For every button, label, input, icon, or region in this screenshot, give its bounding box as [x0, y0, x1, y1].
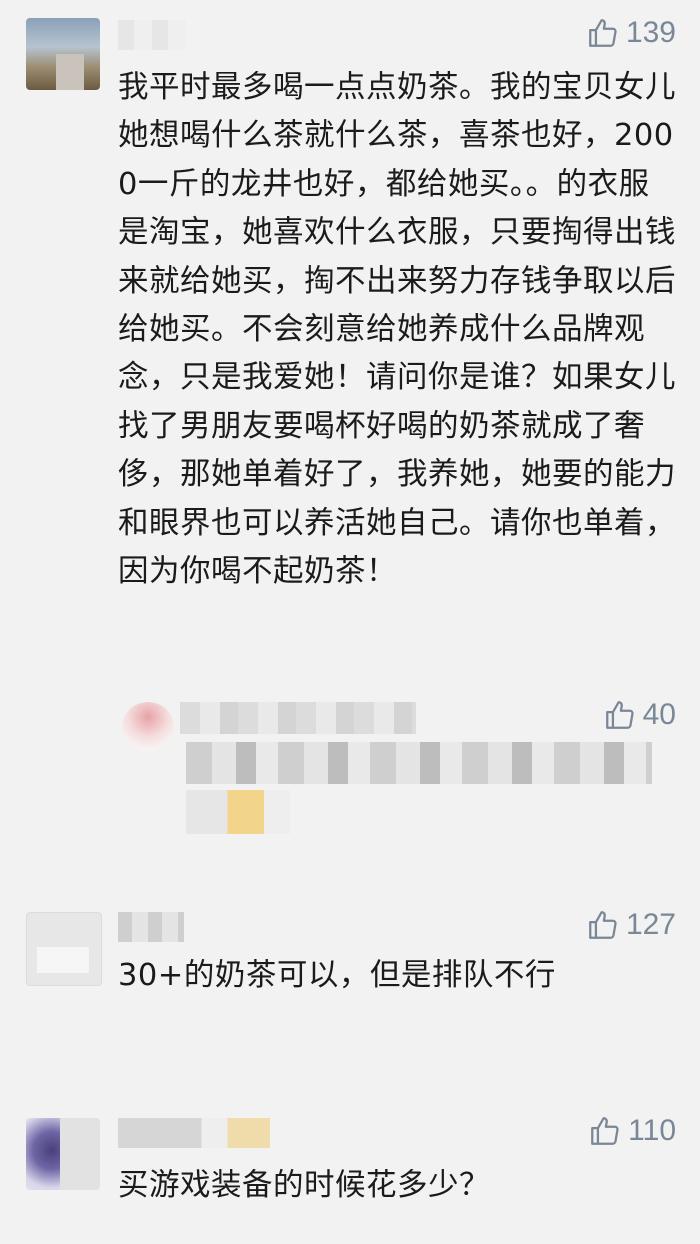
like-count: 139 — [625, 16, 676, 49]
reply-text-blurred — [186, 790, 290, 834]
like-button[interactable]: 40 — [603, 698, 676, 732]
like-count: 127 — [625, 908, 676, 941]
like-count: 110 — [628, 1114, 676, 1147]
thumbs-up-icon — [589, 19, 617, 47]
like-count: 40 — [642, 698, 676, 731]
like-button[interactable]: 139 — [586, 16, 676, 50]
username-blurred[interactable] — [118, 20, 186, 50]
thumbs-up-icon — [591, 1117, 619, 1145]
avatar[interactable] — [26, 912, 102, 986]
thumbs-up-icon — [589, 911, 617, 939]
username-blurred[interactable] — [118, 1118, 270, 1148]
comment-text: 买游戏装备的时候花多少？ — [118, 1168, 490, 1203]
comment-text: 我平时最多喝一点点奶茶。我的宝贝女儿她想喝什么茶就什么茶，喜茶也好，2000一斤… — [118, 70, 676, 590]
reply-avatar-blurred[interactable] — [122, 702, 174, 752]
avatar[interactable] — [26, 18, 100, 90]
thumbs-up-icon — [605, 701, 634, 729]
comment-text: 30+的奶茶可以，但是排队不行 — [118, 958, 556, 993]
username-blurred[interactable] — [118, 912, 184, 942]
like-button[interactable]: 110 — [588, 1114, 676, 1148]
reply-text-blurred — [186, 742, 652, 784]
reply-username-blurred[interactable] — [180, 702, 416, 734]
avatar[interactable] — [26, 1118, 100, 1190]
like-button[interactable]: 127 — [586, 908, 676, 942]
